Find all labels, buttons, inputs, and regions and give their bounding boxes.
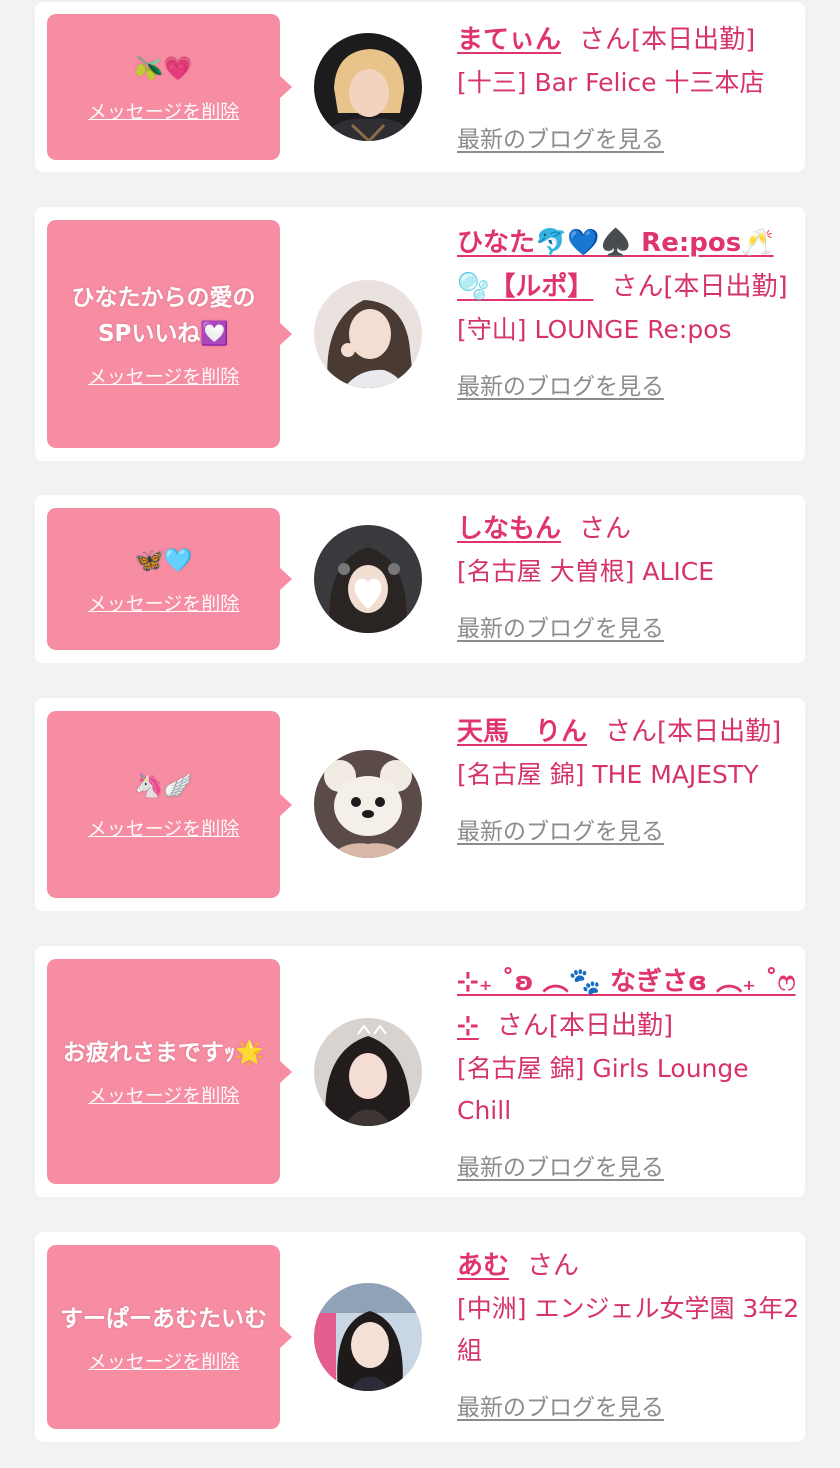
profile-name-link[interactable]: あむ (457, 1251, 509, 1281)
message-card: お疲れさまですｯ🌟 メッセージを削除 ⊹₊ ˚ʚ ︵🐾 なぎさɞ ︵₊ ˚ෆ ⊹… (35, 946, 805, 1197)
profile-info: 天馬 りん さん[本日出勤] [名古屋 錦] THE MAJESTY 最新のブログ… (457, 710, 802, 846)
message-card: すーぱーあむたいむ メッセージを削除 あむ さん [中洲] エンジェル女学園 3年… (35, 1232, 805, 1442)
message-text: すーぱーあむたいむ (60, 1305, 267, 1332)
location-text: [名古屋 大曽根] ALICE (457, 557, 715, 586)
blog-link[interactable]: 最新のブログを見る (457, 1388, 664, 1422)
profile-info: しなもん さん [名古屋 大曽根] ALICE 最新のブログを見る (457, 507, 802, 643)
status-text: さん[本日出勤] (496, 1011, 674, 1041)
status-text: さん (579, 514, 632, 544)
message-text: お疲れさまですｯ🌟 (62, 1040, 265, 1066)
profile-name-link[interactable]: まてぃん (457, 25, 561, 55)
message-text: ひなたからの愛のSPいいね💟 (71, 284, 256, 347)
delete-message-link[interactable]: メッセージを削除 (88, 97, 240, 124)
location-text: [守山] LOUNGE Re:pos (457, 315, 732, 344)
blog-link[interactable]: 最新のブログを見る (457, 1148, 664, 1182)
profile-info: あむ さん [中洲] エンジェル女学園 3年2組 最新のブログを見る (457, 1244, 802, 1422)
avatar-long-hair-woman-icon (314, 280, 422, 388)
avatar-heart-face-woman-icon (314, 525, 422, 633)
status-text: さん (527, 1251, 580, 1281)
avatar[interactable] (314, 33, 422, 141)
delete-message-link[interactable]: メッセージを削除 (88, 362, 240, 389)
status-text: さん[本日出勤] (579, 25, 756, 55)
location-text: [名古屋 錦] THE MAJESTY (457, 760, 759, 789)
delete-message-link[interactable]: メッセージを削除 (88, 1081, 240, 1108)
location-text: [中洲] エンジェル女学園 3年2組 (457, 1294, 800, 1365)
status-text: さん[本日出勤] (605, 717, 782, 747)
location-text: [名古屋 錦] Girls Lounge Chill (457, 1054, 749, 1125)
delete-message-link[interactable]: メッセージを削除 (88, 589, 240, 616)
profile-name-link[interactable]: 天馬 りん (457, 717, 587, 747)
message-card: 🦋🩵 メッセージを削除 しなもん さん [名古屋 大曽根] ALICE 最新のブロ… (35, 495, 805, 663)
profile-info: まてぃん さん[本日出勤] [十三] Bar Felice 十三本店 最新のブログ… (457, 18, 802, 154)
avatar[interactable] (314, 1283, 422, 1391)
message-bubble: ひなたからの愛のSPいいね💟 メッセージを削除 (47, 220, 292, 448)
message-card: 🦄🪽 メッセージを削除 天馬 りん さん[本日出勤] [名古屋 錦] THE MA… (35, 698, 805, 911)
avatar-bear-mask-icon (314, 750, 422, 858)
profile-info: ひなた🐬💙♠️ Re:pos🥂🫧【ルポ】 さん[本日出勤] [守山] LOUNGE… (457, 221, 802, 401)
delete-message-link[interactable]: メッセージを削除 (88, 814, 240, 841)
avatar-school-woman-icon (314, 1283, 422, 1391)
message-card: ひなたからの愛のSPいいね💟 メッセージを削除 ひなた🐬💙♠️ Re:pos🥂🫧… (35, 207, 805, 461)
message-bubble: お疲れさまですｯ🌟 メッセージを削除 (47, 959, 292, 1184)
status-text: さん[本日出勤] (611, 272, 788, 302)
avatar[interactable] (314, 750, 422, 858)
blog-link[interactable]: 最新のブログを見る (457, 812, 664, 846)
message-bubble: 🦋🩵 メッセージを削除 (47, 508, 292, 650)
blog-link[interactable]: 最新のブログを見る (457, 367, 664, 401)
message-bubble: 🦄🪽 メッセージを削除 (47, 711, 292, 898)
message-card: 🫒💗 メッセージを削除 まてぃん さん[本日出勤] [十三] Bar Felice… (35, 2, 805, 172)
message-text: 🦄🪽 (134, 773, 193, 799)
avatar[interactable] (314, 1018, 422, 1126)
profile-info: ⊹₊ ˚ʚ ︵🐾 なぎさɞ ︵₊ ˚ෆ ⊹ さん[本日出勤] [名古屋 錦] Gi… (457, 960, 802, 1182)
message-text: 🦋🩵 (134, 547, 193, 574)
blog-link[interactable]: 最新のブログを見る (457, 120, 664, 154)
avatar[interactable] (314, 525, 422, 633)
avatar[interactable] (314, 280, 422, 388)
message-text: 🫒💗 (134, 55, 193, 82)
message-bubble: 🫒💗 メッセージを削除 (47, 14, 292, 160)
message-bubble: すーぱーあむたいむ メッセージを削除 (47, 1245, 292, 1429)
avatar-dark-hair-woman-icon (314, 1018, 422, 1126)
blog-link[interactable]: 最新のブログを見る (457, 609, 664, 643)
location-text: [十三] Bar Felice 十三本店 (457, 68, 765, 97)
delete-message-link[interactable]: メッセージを削除 (88, 1347, 240, 1374)
avatar-blonde-woman-icon (314, 33, 422, 141)
profile-name-link[interactable]: しなもん (457, 514, 561, 544)
